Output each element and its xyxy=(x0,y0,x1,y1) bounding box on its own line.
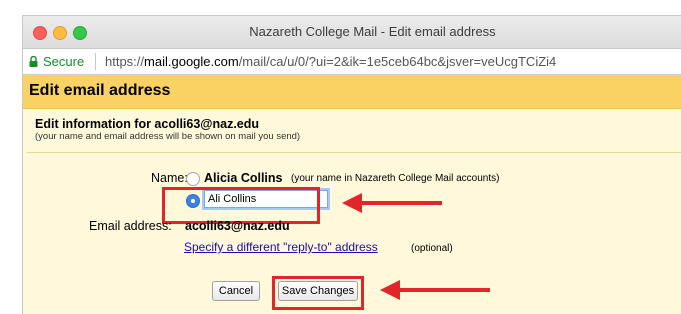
cancel-button[interactable]: Cancel xyxy=(212,281,260,301)
page-title: Edit email address xyxy=(29,82,171,99)
page-header: Edit email address xyxy=(23,75,681,109)
annotation-arrow-save-icon xyxy=(380,280,490,300)
optional-note: (optional) xyxy=(411,243,453,254)
title-bar: Nazareth College Mail - Edit email addre… xyxy=(23,16,681,49)
name-label: Name: xyxy=(151,171,188,185)
url-text[interactable]: https://mail.google.com/mail/ca/u/0/?ui=… xyxy=(105,49,556,74)
url-separator xyxy=(95,53,96,70)
highlight-box-save-button xyxy=(272,276,364,310)
annotation-arrow-name-icon xyxy=(342,193,442,213)
address-bar[interactable]: Secure https://mail.google.com/mail/ca/u… xyxy=(23,49,681,75)
reply-to-link[interactable]: Specify a different "reply-to" address xyxy=(184,240,378,254)
url-domain: mail.google.com xyxy=(144,54,239,69)
edit-info-subtext: (your name and email address will be sho… xyxy=(35,131,301,142)
edit-info-heading: Edit information for acolli63@naz.edu xyxy=(35,117,260,131)
browser-window: Nazareth College Mail - Edit email addre… xyxy=(22,15,681,314)
lock-icon xyxy=(29,56,38,67)
email-label: Email address: xyxy=(89,219,172,233)
url-prefix: https:// xyxy=(105,54,145,69)
name-option-default-radio[interactable] xyxy=(186,172,200,186)
name-option-hint: (your name in Nazareth College Mail acco… xyxy=(291,173,500,184)
name-option-default-label: Alicia Collins xyxy=(204,171,283,185)
window-title: Nazareth College Mail - Edit email addre… xyxy=(249,24,496,39)
email-value: acolli63@naz.edu xyxy=(185,219,290,233)
divider xyxy=(27,152,681,153)
secure-label: Secure xyxy=(43,54,85,69)
url-path: /mail/ca/u/0/?ui=2&ik=1e5ceb64bc&jsver=v… xyxy=(238,54,557,69)
